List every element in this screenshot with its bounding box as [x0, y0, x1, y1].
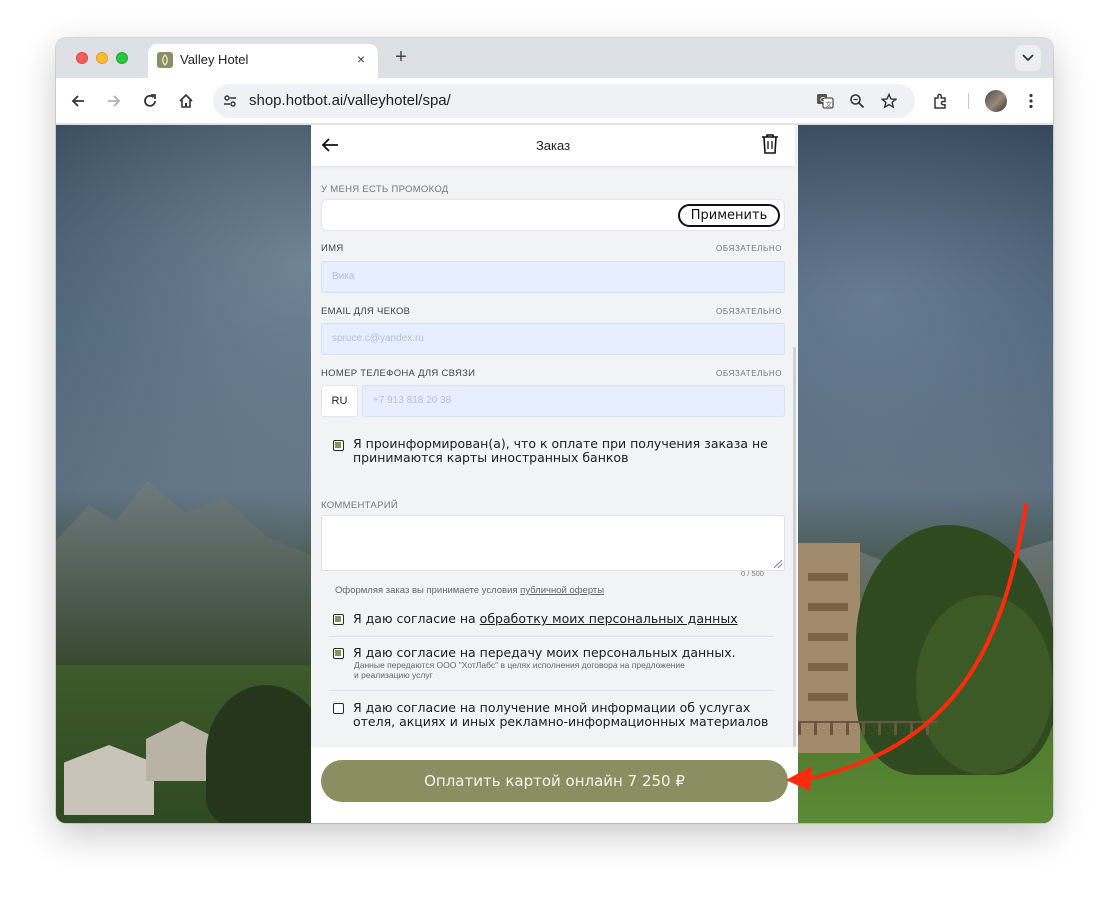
background-tree — [916, 595, 1053, 775]
consent-marketing-text-line1: Я даю согласие на получение мной информа… — [353, 700, 751, 715]
reload-icon[interactable] — [138, 89, 162, 113]
address-bar[interactable]: shop.hotbot.ai/valleyhotel/spa/ G文 — [213, 84, 915, 118]
chevron-down-icon — [1022, 54, 1034, 62]
resize-handle-icon[interactable] — [774, 560, 782, 568]
background-fence — [798, 721, 938, 735]
zoom-icon[interactable] — [847, 91, 867, 111]
browser-toolbar: shop.hotbot.ai/valleyhotel/spa/ G文 — [56, 78, 1053, 124]
order-header: Заказ — [311, 125, 795, 166]
consent-processing-prefix: Я даю согласие на — [353, 611, 480, 626]
comment-counter: 0 / 500 — [741, 569, 764, 578]
public-offer-link[interactable]: публичной оферты — [520, 585, 604, 596]
consent-marketing-text-line2: отеля, акциях и иных рекламно-информацио… — [353, 714, 769, 729]
url-text[interactable]: shop.hotbot.ai/valleyhotel/spa/ — [249, 92, 451, 109]
bookmark-star-icon[interactable] — [879, 91, 899, 111]
profile-avatar[interactable] — [985, 90, 1007, 112]
personal-data-link[interactable]: обработку моих персональных данных — [480, 611, 738, 626]
translate-icon[interactable]: G文 — [815, 91, 835, 111]
phone-label: НОМЕР ТЕЛЕФОНА ДЛЯ СВЯЗИ — [321, 368, 476, 379]
required-tag: ОБЯЗАТЕЛЬНО — [716, 307, 783, 316]
page-viewport: Заказ У МЕНЯ ЕСТЬ ПРОМОКОД Применить ИМЯ… — [56, 125, 1053, 823]
apply-promo-button[interactable]: Применить — [678, 204, 780, 227]
hotel-favicon-icon — [157, 52, 173, 68]
promo-label: У МЕНЯ ЕСТЬ ПРОМОКОД — [321, 184, 449, 195]
divider — [329, 690, 773, 691]
consent-transfer-checkbox[interactable] — [333, 648, 344, 659]
consent-processing-text: Я даю согласие на обработку моих персона… — [353, 612, 738, 626]
tab-valley-hotel[interactable]: Valley Hotel × — [148, 44, 378, 78]
required-tag: ОБЯЗАТЕЛЬНО — [716, 244, 783, 253]
scrollbar[interactable] — [793, 347, 796, 747]
background-mountain — [56, 481, 326, 681]
page-title: Заказ — [535, 138, 571, 153]
consent-marketing-checkbox[interactable] — [333, 703, 344, 714]
country-code-select[interactable]: RU — [321, 385, 358, 417]
promo-code-input[interactable]: Применить — [321, 199, 785, 231]
home-icon[interactable] — [174, 89, 198, 113]
consent-transfer-text: Я даю согласие на передачу моих персонал… — [353, 645, 736, 660]
close-window-button[interactable] — [76, 52, 88, 64]
foreign-cards-checkbox[interactable] — [333, 440, 344, 451]
tab-title: Valley Hotel — [180, 52, 249, 67]
name-label: ИМЯ — [321, 243, 344, 254]
new-tab-button[interactable]: + — [390, 46, 412, 68]
back-arrow-icon[interactable] — [66, 89, 90, 113]
forward-arrow-icon[interactable] — [102, 89, 126, 113]
foreign-cards-text-line1: Я проинформирован(а), что к оплате при п… — [353, 436, 768, 451]
divider — [329, 636, 773, 637]
background-tree — [206, 685, 326, 823]
terms-text: Оформляя заказ вы принимаете условия пуб… — [335, 585, 604, 596]
tab-bar: Valley Hotel × + — [56, 38, 1053, 78]
comment-label: КОММЕНТАРИЙ — [321, 500, 398, 511]
terms-prefix: Оформляя заказ вы принимаете условия — [335, 585, 521, 596]
email-input[interactable]: spruce.c@yandex.ru — [321, 323, 785, 355]
more-menu-icon[interactable] — [1019, 89, 1043, 113]
svg-text:文: 文 — [826, 100, 833, 109]
pay-online-button[interactable]: Оплатить картой онлайн 7 250 ₽ — [321, 760, 788, 802]
minimize-window-button[interactable] — [96, 52, 108, 64]
consent-transfer-note-line2: и реализацию услуг — [354, 670, 433, 680]
toolbar-divider — [968, 93, 969, 109]
name-input[interactable]: Вика — [321, 261, 785, 293]
extensions-icon[interactable] — [929, 89, 953, 113]
email-label: EMAIL ДЛЯ ЧЕКОВ — [321, 306, 411, 317]
order-panel: Заказ У МЕНЯ ЕСТЬ ПРОМОКОД Применить ИМЯ… — [311, 125, 798, 823]
consent-processing-checkbox[interactable] — [333, 614, 344, 625]
foreign-cards-text-line2: принимаются карты иностранных банков — [353, 450, 629, 465]
tab-close-icon[interactable]: × — [352, 50, 370, 68]
zoom-window-button[interactable] — [116, 52, 128, 64]
tab-search-button[interactable] — [1015, 45, 1041, 71]
required-tag: ОБЯЗАТЕЛЬНО — [716, 369, 783, 378]
browser-window: Valley Hotel × + shop.hotbot.ai/valleyho… — [56, 38, 1053, 823]
site-settings-icon[interactable] — [222, 93, 238, 109]
comment-textarea[interactable] — [321, 515, 785, 571]
phone-input[interactable]: +7 913 818 20 38 — [362, 385, 785, 417]
trash-icon[interactable] — [761, 133, 783, 157]
